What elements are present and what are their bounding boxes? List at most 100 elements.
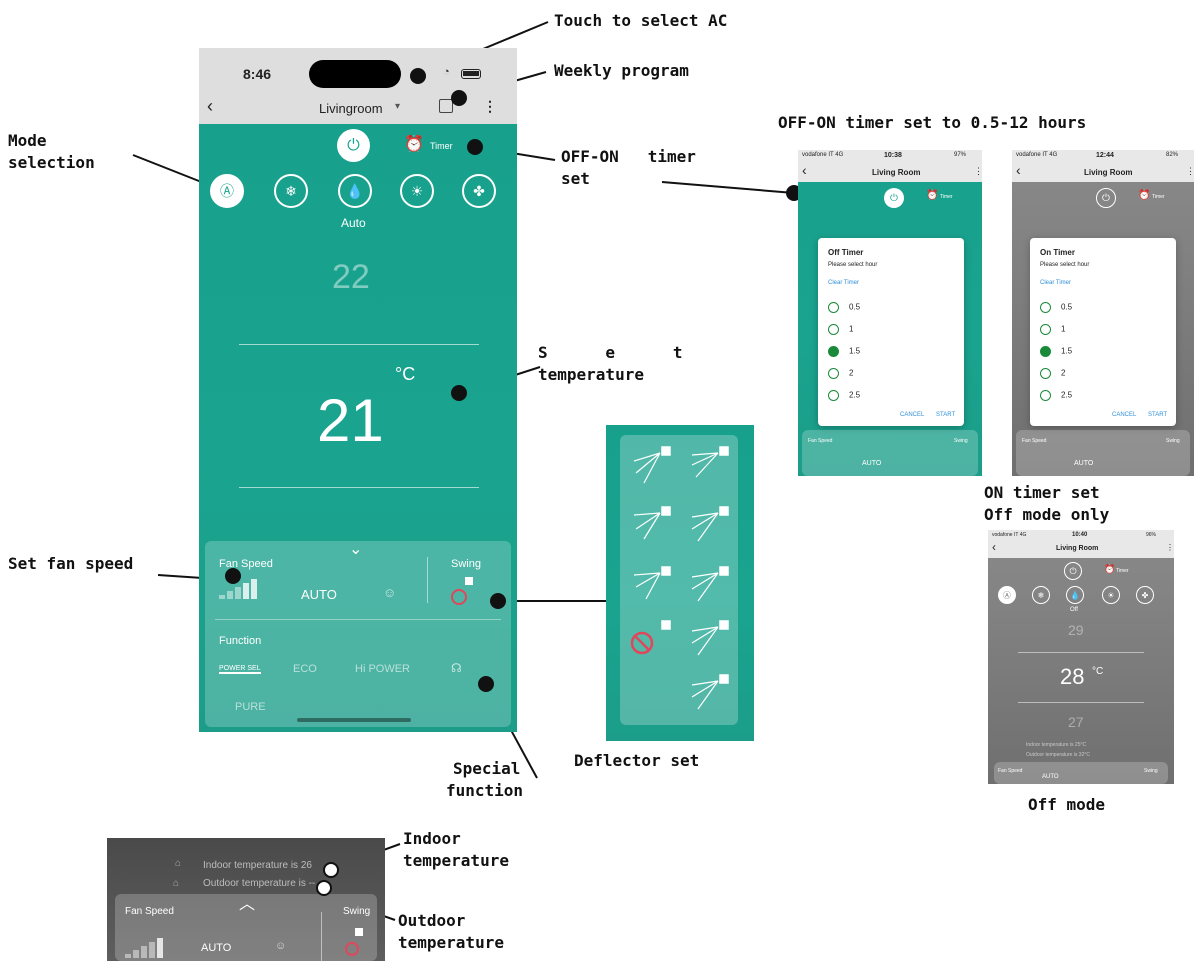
- annotation-dot: [451, 385, 467, 401]
- fan-speed-bars[interactable]: [125, 938, 163, 958]
- fan-speed-value[interactable]: AUTO: [1074, 460, 1093, 467]
- more-menu-icon[interactable]: ⋮: [1186, 166, 1194, 177]
- mode-dry-button[interactable]: 💧: [1066, 586, 1084, 604]
- annotation-offon-2: set: [561, 169, 590, 188]
- option-1[interactable]: 1: [828, 324, 853, 335]
- deflector-options[interactable]: [620, 435, 738, 725]
- cancel-button[interactable]: CANCEL: [1112, 412, 1136, 418]
- back-icon[interactable]: ‹: [207, 96, 213, 117]
- mode-fan-button[interactable]: ✤: [462, 174, 496, 208]
- fan-speed-value[interactable]: AUTO: [201, 942, 231, 954]
- option-1[interactable]: 1: [1040, 324, 1065, 335]
- off-timer-phone: vodafone IT 4G 10:38 97% ‹ Living Room ⋮…: [798, 150, 982, 476]
- upper-temperature[interactable]: 29: [1068, 622, 1084, 638]
- annotation-dot: [467, 139, 483, 155]
- chevron-up-icon[interactable]: ⌄: [349, 539, 362, 559]
- clear-timer-link[interactable]: Clear Timer: [1040, 280, 1071, 286]
- alarm-icon[interactable]: ⏰: [1138, 190, 1150, 201]
- outdoor-icon: ⌂: [173, 878, 180, 889]
- option-2-5[interactable]: 2.5: [828, 390, 860, 401]
- fan-speed-value[interactable]: AUTO: [862, 460, 881, 467]
- back-icon[interactable]: ‹: [1016, 162, 1021, 178]
- swing-label: Swing: [451, 558, 481, 570]
- special-function-icon[interactable]: ☊: [451, 661, 462, 675]
- on-timer-phone: vodafone IT 4G 12:44 82% ‹ Living Room ⋮…: [1012, 150, 1194, 476]
- power-button[interactable]: ⏻: [884, 188, 904, 208]
- power-button[interactable]: ⏻: [1096, 188, 1116, 208]
- annotation-dot: [410, 68, 426, 84]
- chevron-down-icon[interactable]: ▾: [395, 101, 400, 112]
- mode-cool-button[interactable]: ❄: [274, 174, 308, 208]
- option-2-5[interactable]: 2.5: [1040, 390, 1072, 401]
- timer-label: Timer: [1152, 194, 1165, 200]
- status-bar: vodafone IT 4G 10:38 97% ‹ Living Room ⋮: [798, 150, 982, 182]
- mode-auto-button[interactable]: Ⓐ: [998, 586, 1016, 604]
- mode-label: Auto: [341, 216, 366, 230]
- option-2[interactable]: 2: [1040, 368, 1065, 379]
- start-button[interactable]: START: [936, 412, 955, 418]
- off-mode-phone: vodafone IT 4G 10:40 96% ‹ Living Room ⋮…: [988, 530, 1174, 784]
- mode-cool-button[interactable]: ❄: [1032, 586, 1050, 604]
- annotation-off-mode: Off mode: [1028, 795, 1106, 814]
- set-temperature[interactable]: 21: [317, 386, 384, 455]
- start-button[interactable]: START: [1148, 412, 1167, 418]
- fan-speed-value[interactable]: AUTO: [301, 587, 337, 602]
- room-selector[interactable]: Living Room: [872, 168, 920, 177]
- pure-button[interactable]: PURE: [235, 701, 266, 713]
- fan-speed-label: Fan Speed: [808, 438, 833, 444]
- back-icon[interactable]: ‹: [992, 540, 996, 554]
- annotation-dot: [451, 90, 467, 106]
- option-1-5[interactable]: 1.5: [828, 346, 860, 357]
- more-menu-icon[interactable]: ⋮: [1166, 543, 1174, 552]
- alarm-icon[interactable]: ⏰: [404, 134, 424, 154]
- function-label: Function: [219, 635, 262, 647]
- mode-auto-button[interactable]: Ⓐ: [210, 174, 244, 208]
- battery-level: 82%: [1166, 152, 1179, 158]
- lower-temperature[interactable]: 27: [1068, 714, 1084, 730]
- control-panel: ⌄ Fan Speed AUTO ☺ Swing Function POWER …: [205, 541, 511, 727]
- swing-icon[interactable]: [451, 577, 475, 607]
- option-0-5[interactable]: 0.5: [1040, 302, 1072, 313]
- fan-speed-value[interactable]: AUTO: [1042, 774, 1059, 780]
- back-icon[interactable]: ‹: [802, 162, 807, 178]
- option-1-5[interactable]: 1.5: [1040, 346, 1072, 357]
- mode-dry-button[interactable]: 💧: [338, 174, 372, 208]
- cancel-button[interactable]: CANCEL: [900, 412, 924, 418]
- chevron-up-icon[interactable]: ︿: [239, 890, 255, 914]
- mode-fan-button[interactable]: ✤: [1136, 586, 1154, 604]
- power-button[interactable]: ⏻: [1064, 562, 1082, 580]
- annotation-deflector: Deflector set: [574, 751, 700, 770]
- more-menu-icon[interactable]: ⋮: [483, 98, 497, 115]
- option-0-5[interactable]: 0.5: [828, 302, 860, 313]
- timer-label: Timer: [940, 194, 953, 200]
- power-button[interactable]: ⏻: [337, 129, 370, 162]
- off-timer-dialog: Off Timer Please select hour Clear Timer…: [818, 238, 964, 426]
- option-2[interactable]: 2: [828, 368, 853, 379]
- annotation-on-timer-1: ON timer set: [984, 483, 1100, 502]
- annotation-dot: [316, 880, 332, 896]
- room-selector[interactable]: Living Room: [1084, 168, 1132, 177]
- upper-temperature[interactable]: 22: [332, 258, 370, 297]
- swing-icon[interactable]: [345, 928, 365, 958]
- home-indicator: [297, 718, 411, 722]
- room-selector[interactable]: Living Room: [1056, 545, 1098, 552]
- eco-button[interactable]: ECO: [293, 663, 317, 675]
- alarm-icon[interactable]: ⏰: [926, 190, 938, 201]
- timer-label: Timer: [1116, 568, 1129, 574]
- main-content: ⏻ ⏰ Timer Ⓐ ❄ 💧 ☀ ✤ Auto 22 21 °C ⌄ Fan …: [199, 124, 517, 732]
- deflector-panel: [606, 425, 754, 741]
- quiet-icon[interactable]: ☺: [275, 940, 286, 952]
- power-sel-button[interactable]: POWER SEL: [219, 665, 261, 674]
- status-time: 12:44: [1096, 152, 1114, 159]
- mode-heat-button[interactable]: ☀: [1102, 586, 1120, 604]
- quiet-icon[interactable]: ☺: [383, 585, 396, 600]
- set-temperature[interactable]: 28: [1060, 664, 1084, 690]
- hi-power-button[interactable]: Hi POWER: [355, 663, 410, 675]
- mode-heat-button[interactable]: ☀: [400, 174, 434, 208]
- alarm-icon[interactable]: ⏰: [1104, 564, 1115, 575]
- room-selector[interactable]: Livingroom: [319, 101, 383, 116]
- clear-timer-link[interactable]: Clear Timer: [828, 280, 859, 286]
- on-timer-dialog: On Timer Please select hour Clear Timer …: [1030, 238, 1176, 426]
- more-menu-icon[interactable]: ⋮: [974, 166, 982, 177]
- temperature-unit: °C: [395, 364, 416, 384]
